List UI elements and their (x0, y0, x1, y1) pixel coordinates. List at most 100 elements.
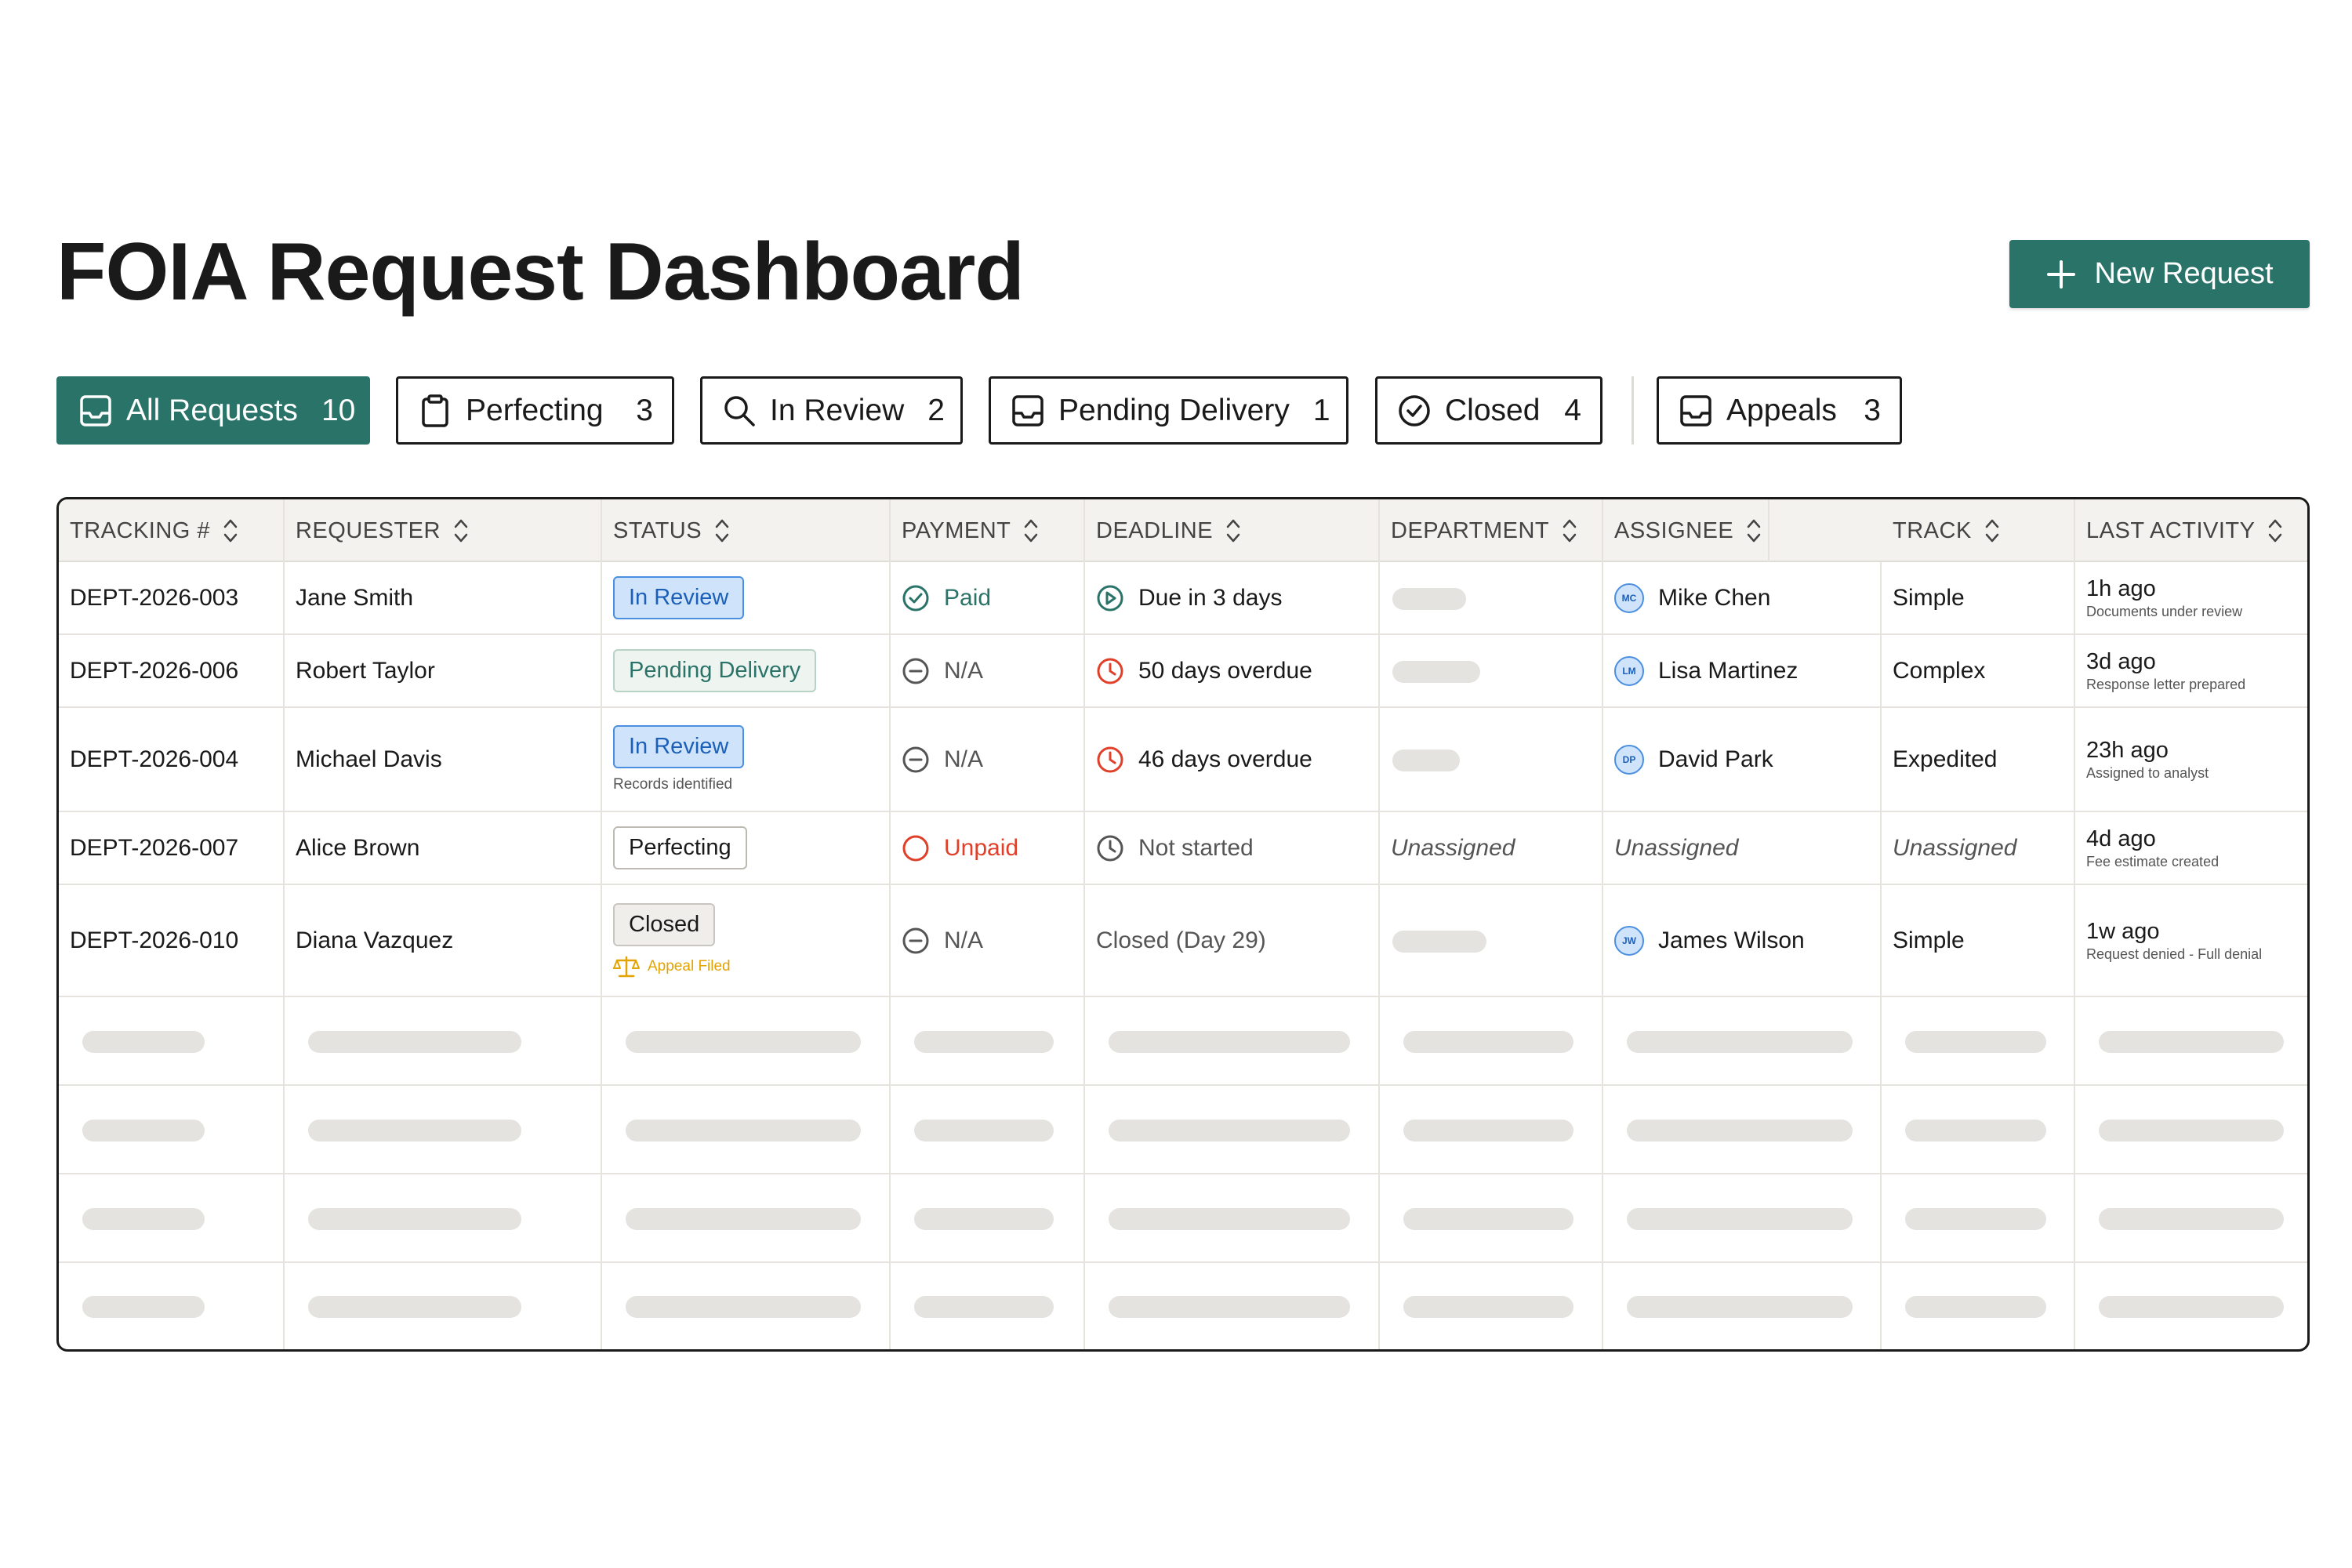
requester-cell: Alice Brown (285, 812, 601, 884)
track-cell: Expedited (1882, 708, 2074, 811)
column-header-payment[interactable]: PAYMENT (891, 499, 1083, 562)
track-value: Expedited (1893, 746, 1998, 772)
clock-icon (1097, 658, 1123, 684)
skeleton-row (59, 1086, 2307, 1174)
status-note: Records identified (613, 775, 733, 793)
skeleton-bar (308, 1208, 521, 1230)
tab-count: 1 (1312, 393, 1330, 427)
appeal-indicator: Appeal Filed (613, 956, 889, 978)
table-row[interactable]: DEPT-2026-004 Michael Davis In Review Rec… (59, 708, 2307, 812)
column-header-department[interactable]: DEPARTMENT (1380, 499, 1602, 562)
skeleton-bar (308, 1120, 521, 1142)
skeleton-bar (1109, 1208, 1350, 1230)
status-cell: Closed Appeal Filed (602, 885, 889, 996)
assignee-name: Mike Chen (1658, 584, 1771, 611)
track-cell: Complex (1882, 635, 2074, 706)
inbox-icon (1012, 394, 1044, 426)
skeleton-bar (1627, 1031, 1853, 1053)
tab-pending-delivery[interactable]: Pending Delivery 1 (989, 376, 1348, 445)
tracking-number: DEPT-2026-010 (70, 927, 239, 953)
skeleton-bar (1403, 1120, 1573, 1142)
tab-count: 10 (321, 393, 356, 427)
status-badge: Closed (613, 903, 716, 946)
table-row[interactable]: DEPT-2026-010 Diana Vazquez Closed Appea… (59, 885, 2307, 997)
last-activity-cell: 1h ago Documents under review (2075, 562, 2307, 633)
department-cell: Unassigned (1380, 812, 1602, 884)
play-circle-icon (1097, 585, 1123, 611)
new-request-label: New Request (2094, 257, 2274, 290)
tab-count: 4 (1564, 393, 1581, 427)
table-row[interactable]: DEPT-2026-003 Jane Smith In Review Paid … (59, 562, 2307, 635)
skeleton-bar (914, 1296, 1054, 1318)
tab-perfecting[interactable]: Perfecting 3 (396, 376, 674, 445)
assignee-cell: LM Lisa Martinez (1603, 635, 1880, 706)
skeleton-bar (82, 1208, 205, 1230)
assignee-cell: DP David Park (1603, 708, 1880, 811)
skeleton-bar (2099, 1296, 2284, 1318)
table-row[interactable]: DEPT-2026-006 Robert Taylor Pending Deli… (59, 635, 2307, 708)
payment-cell: Paid (891, 562, 1083, 633)
status-badge: In Review (613, 725, 745, 768)
table-header: TRACKING # REQUESTER STATUS PAYMENT DEAD… (59, 499, 2307, 562)
column-header-deadline[interactable]: DEADLINE (1085, 499, 1378, 562)
tab-closed[interactable]: Closed 4 (1375, 376, 1602, 445)
status-badge: Pending Delivery (613, 649, 817, 692)
table-row[interactable]: DEPT-2026-007 Alice Brown Perfecting Unp… (59, 812, 2307, 885)
activity-time: 3d ago (2086, 648, 2156, 674)
tab-count: 3 (636, 393, 653, 427)
activity-note: Assigned to analyst (2086, 764, 2209, 781)
status-cell: Perfecting (602, 812, 889, 884)
skeleton-bar (2099, 1208, 2284, 1230)
skeleton-bar (2099, 1120, 2284, 1142)
assignee-name: James Wilson (1658, 927, 1805, 953)
payment-status: Paid (944, 584, 992, 611)
skeleton-bar (1627, 1120, 1853, 1142)
search-icon (724, 395, 755, 426)
activity-note: Request denied - Full denial (2086, 946, 2263, 962)
assignee-cell: MC Mike Chen (1603, 562, 1880, 633)
tab-in-review[interactable]: In Review 2 (700, 376, 963, 445)
tracking-number: DEPT-2026-007 (70, 834, 239, 861)
sort-icon (454, 519, 468, 543)
minus-circle-icon (902, 927, 929, 953)
avatar: JW (1614, 925, 1644, 956)
tab-appeals[interactable]: Appeals 3 (1657, 376, 1902, 445)
check-circle-icon (1399, 394, 1430, 426)
plus-icon (2047, 260, 2076, 289)
column-label: STATUS (613, 517, 702, 543)
assignee-name: Unassigned (1614, 834, 1739, 861)
column-label: REQUESTER (296, 517, 441, 543)
column-header-assignee[interactable]: ASSIGNEE (1603, 499, 1766, 562)
avatar: LM (1614, 655, 1644, 686)
column-header-status[interactable]: STATUS (602, 499, 889, 562)
status-cell: In Review Records identified (602, 708, 889, 811)
tab-all-requests[interactable]: All Requests 10 (56, 376, 370, 445)
skeleton-bar (1403, 1031, 1573, 1053)
skeleton-bar (626, 1296, 861, 1318)
activity-note: Documents under review (2086, 603, 2243, 619)
column-header-requester[interactable]: REQUESTER (285, 499, 601, 562)
track-value: Simple (1893, 584, 1965, 611)
activity-time: 23h ago (2086, 737, 2169, 763)
last-activity-cell: 3d ago Response letter prepared (2075, 635, 2307, 706)
new-request-button[interactable]: New Request (2009, 240, 2310, 308)
skeleton-bar (626, 1208, 861, 1230)
filter-tabs: All Requests 10 Perfecting 3 In Review 2… (0, 376, 2352, 445)
payment-status: N/A (944, 927, 984, 953)
column-label: TRACKING # (70, 517, 211, 543)
skeleton-row (59, 1263, 2307, 1349)
sort-icon (2269, 519, 2282, 543)
column-header-track[interactable]: TRACK (1882, 499, 2074, 562)
requester-name: Alice Brown (296, 834, 420, 861)
column-header-tracking[interactable]: TRACKING # (59, 499, 283, 562)
column-label: DEADLINE (1096, 517, 1214, 543)
tab-label: Closed (1445, 393, 1541, 427)
assignee-cell: Unassigned (1603, 812, 1880, 884)
status-cell: Pending Delivery (602, 635, 889, 706)
tab-count: 3 (1864, 393, 1881, 427)
skeleton-row (59, 997, 2307, 1086)
column-header-last-activity[interactable]: LAST ACTIVITY (2075, 499, 2307, 562)
tracking-cell: DEPT-2026-004 (59, 708, 283, 811)
department-placeholder (1392, 661, 1480, 683)
assignee-cell: JW James Wilson (1603, 885, 1880, 996)
